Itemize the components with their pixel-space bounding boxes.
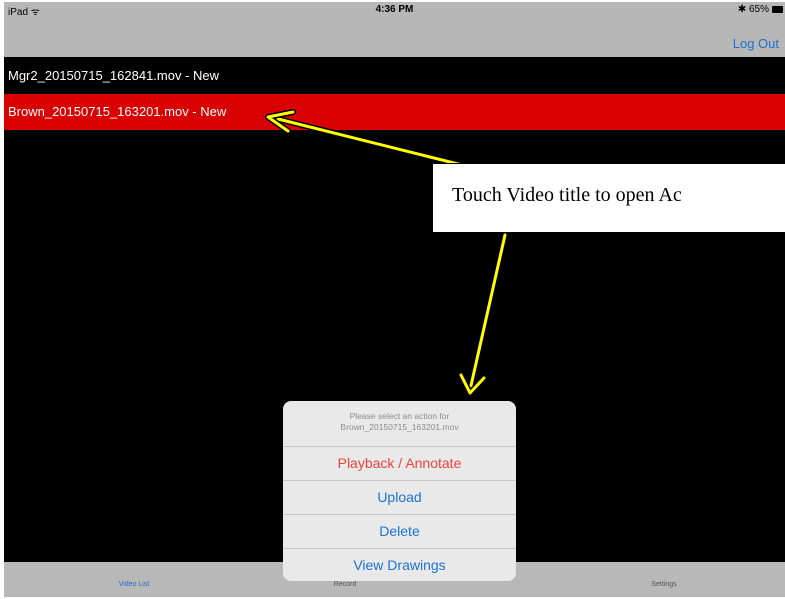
annotation-arrows <box>265 109 508 396</box>
annotation-text: Touch Video title to open Ac <box>452 184 682 206</box>
arrow-to-title-line-fill <box>276 117 480 171</box>
annotation-callout: Touch Video title to open Ac <box>432 163 785 233</box>
arrow-to-sheet-line-fill <box>468 233 507 392</box>
